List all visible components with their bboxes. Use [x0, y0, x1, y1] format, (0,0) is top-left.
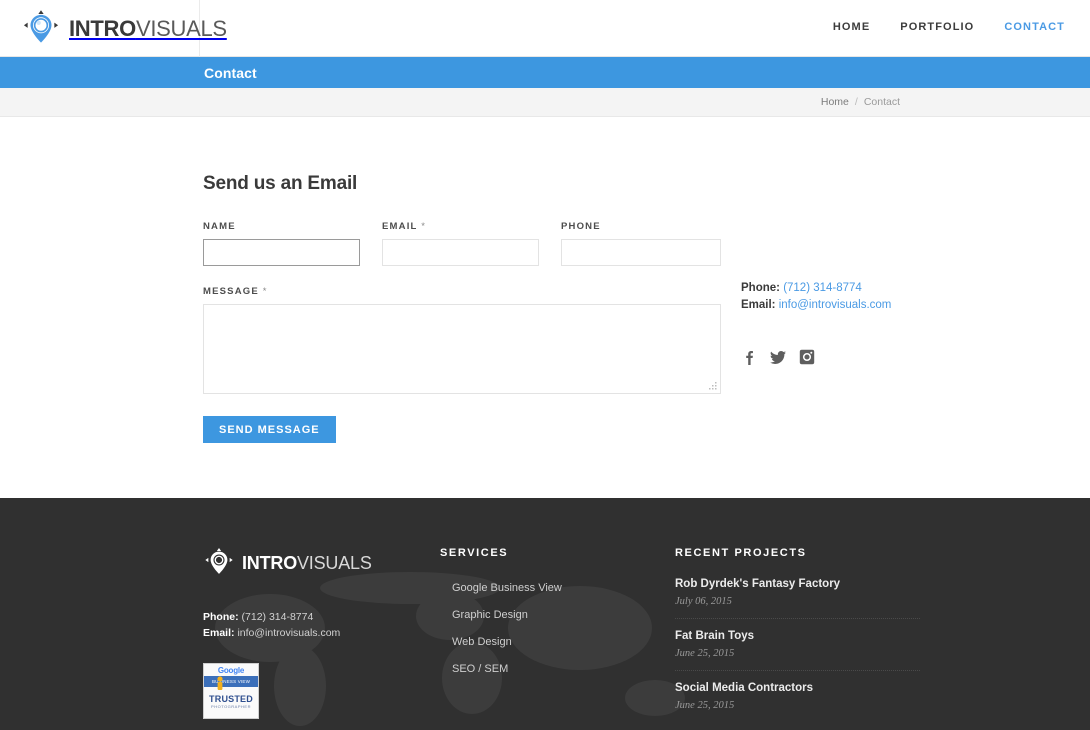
list-item: SEO / SEM	[452, 659, 675, 677]
field-group-phone: PHONE	[561, 221, 721, 266]
form-field-row: NAME EMAIL * PHONE	[203, 221, 721, 266]
services-list: Google Business View Graphic Design Web …	[440, 578, 675, 677]
footer-phone-value: (712) 314-8774	[242, 611, 314, 623]
facebook-icon[interactable]	[741, 349, 757, 365]
footer-services-column: SERVICES Google Business View Graphic De…	[440, 547, 675, 730]
project-title: Rob Dyrdek's Fantasy Factory	[675, 578, 920, 590]
email-input[interactable]	[382, 239, 539, 266]
project-date: June 25, 2015	[675, 648, 920, 659]
label-email: EMAIL *	[382, 221, 539, 232]
google-trusted-photographer-badge[interactable]: Google BUSINESS VIEW TRUSTED PHOTOGRAPHE…	[203, 663, 259, 719]
badge-photographer-text: PHOTOGRAPHER	[211, 704, 251, 709]
contact-page: INTROVISUALS HOME PORTFOLIO CONTACT Cont…	[0, 0, 1090, 730]
footer-email-line: Email: info@introvisuals.com	[203, 625, 440, 641]
name-input[interactable]	[203, 239, 360, 266]
badge-business-view-bar: BUSINESS VIEW	[204, 676, 258, 687]
project-title: Fat Brain Toys	[675, 630, 920, 642]
label-phone-text: PHONE	[561, 221, 601, 232]
logo-wordmark-light: VISUALS	[136, 16, 227, 41]
label-email-required: *	[421, 221, 426, 232]
service-link-seo-sem[interactable]: SEO / SEM	[452, 663, 508, 675]
contact-phone-key: Phone:	[741, 282, 780, 294]
message-area	[203, 304, 721, 394]
contact-email-line: Email: info@introvisuals.com	[741, 297, 891, 314]
breadcrumb-separator: /	[855, 96, 858, 108]
contact-form: Send us an Email NAME EMAIL * PHONE MESS	[203, 173, 721, 443]
label-name: NAME	[203, 221, 360, 232]
twitter-icon[interactable]	[770, 349, 786, 365]
introvisuals-pin-lens-logo-icon	[203, 547, 235, 579]
breadcrumb-home[interactable]: Home	[821, 96, 849, 108]
nav-item-portfolio[interactable]: PORTFOLIO	[900, 21, 974, 33]
label-name-text: NAME	[203, 221, 236, 232]
form-heading: Send us an Email	[203, 173, 721, 195]
contact-details: Phone: (712) 314-8774 Email: info@introv…	[741, 280, 891, 365]
footer-logo[interactable]: INTROVISUALS	[203, 547, 440, 579]
label-message-text: MESSAGE	[203, 286, 259, 297]
field-group-email: EMAIL *	[382, 221, 539, 266]
footer-phone-key: Phone:	[203, 611, 239, 623]
footer-logo-wordmark: INTROVISUALS	[242, 553, 372, 574]
logo-wordmark-bold: INTRO	[69, 16, 136, 41]
nav-item-home[interactable]: HOME	[833, 21, 870, 33]
contact-email-value[interactable]: info@introvisuals.com	[779, 299, 892, 311]
label-message-required: *	[263, 286, 268, 297]
service-link-graphic-design[interactable]: Graphic Design	[452, 609, 528, 621]
footer-email-value: info@introvisuals.com	[237, 627, 340, 639]
project-title: Social Media Contractors	[675, 682, 920, 694]
services-heading: SERVICES	[440, 547, 675, 559]
footer-recent-projects-column: RECENT PROJECTS Rob Dyrdek's Fantasy Fac…	[675, 547, 920, 730]
badge-google-text: Google	[218, 666, 244, 675]
project-date: July 06, 2015	[675, 596, 920, 607]
service-link-google-business-view[interactable]: Google Business View	[452, 582, 562, 594]
field-group-name: NAME	[203, 221, 360, 266]
instagram-icon[interactable]	[799, 349, 815, 365]
textarea-resize-grip-icon[interactable]	[707, 380, 719, 392]
breadcrumb: Home / Contact	[0, 88, 1090, 117]
footer-phone-line: Phone: (712) 314-8774	[203, 609, 440, 625]
list-item: Google Business View	[452, 578, 675, 596]
field-group-message: MESSAGE *	[203, 286, 721, 394]
footer-email-key: Email:	[203, 627, 235, 639]
label-email-text: EMAIL	[382, 221, 417, 232]
main-nav: HOME PORTFOLIO CONTACT	[833, 21, 1065, 33]
nav-item-contact[interactable]: CONTACT	[1004, 21, 1065, 33]
footer-brand-column: INTROVISUALS Phone: (712) 314-8774 Email…	[203, 547, 440, 730]
recent-projects-heading: RECENT PROJECTS	[675, 547, 920, 559]
footer-columns: INTROVISUALS Phone: (712) 314-8774 Email…	[0, 498, 1090, 730]
footer-contact: Phone: (712) 314-8774 Email: info@introv…	[203, 609, 440, 642]
footer-logo-wordmark-light: VISUALS	[297, 553, 372, 573]
page-title-bar: Contact	[0, 57, 1090, 88]
message-textarea[interactable]	[204, 305, 720, 393]
contact-phone-line: Phone: (712) 314-8774	[741, 280, 891, 297]
project-date: June 25, 2015	[675, 700, 920, 711]
photographer-person-icon	[215, 676, 225, 690]
introvisuals-pin-lens-logo-icon	[21, 9, 61, 49]
site-footer: INTROVISUALS Phone: (712) 314-8774 Email…	[0, 498, 1090, 730]
list-item: Web Design	[452, 632, 675, 650]
logo-wordmark: INTROVISUALS	[69, 18, 227, 40]
send-message-button[interactable]: SEND MESSAGE	[203, 416, 336, 443]
page-title: Contact	[204, 65, 257, 81]
contact-email-key: Email:	[741, 299, 776, 311]
site-logo[interactable]: INTROVISUALS	[21, 9, 227, 49]
site-header: INTROVISUALS HOME PORTFOLIO CONTACT	[0, 0, 1090, 57]
footer-logo-wordmark-bold: INTRO	[242, 553, 297, 573]
badge-trusted-text: TRUSTED	[209, 694, 253, 704]
main-content: Send us an Email NAME EMAIL * PHONE MESS	[0, 117, 1090, 498]
contact-phone-value[interactable]: (712) 314-8774	[783, 282, 862, 294]
label-message: MESSAGE *	[203, 286, 721, 297]
breadcrumb-current: Contact	[864, 96, 900, 108]
phone-input[interactable]	[561, 239, 721, 266]
list-item[interactable]: Rob Dyrdek's Fantasy Factory July 06, 20…	[675, 578, 920, 619]
list-item[interactable]: Fat Brain Toys June 25, 2015	[675, 630, 920, 671]
label-phone: PHONE	[561, 221, 721, 232]
list-item: Graphic Design	[452, 605, 675, 623]
list-item[interactable]: Social Media Contractors June 25, 2015	[675, 682, 920, 722]
service-link-web-design[interactable]: Web Design	[452, 636, 512, 648]
social-links	[741, 349, 891, 365]
